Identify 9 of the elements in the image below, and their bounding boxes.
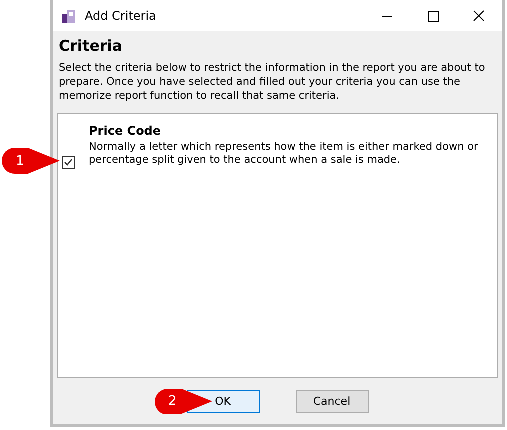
criteria-name: Price Code: [89, 124, 162, 138]
section-title: Criteria: [59, 37, 124, 55]
section-description: Select the criteria below to restrict the information in the report you are about to prepare. Once you have selected and filled out your criteria you can use the memorize report function to recall that same criteria.: [59, 61, 486, 103]
app-icon: [61, 8, 77, 24]
window-title: Add Criteria: [85, 8, 156, 22]
criteria-description: Normally a letter which represents how the item is either marked down or percentage split given to the account when a sale is made.: [89, 141, 480, 168]
checkbox[interactable]: [62, 156, 75, 169]
cancel-button[interactable]: Cancel: [296, 390, 368, 412]
callout-marker: 1: [2, 148, 60, 174]
